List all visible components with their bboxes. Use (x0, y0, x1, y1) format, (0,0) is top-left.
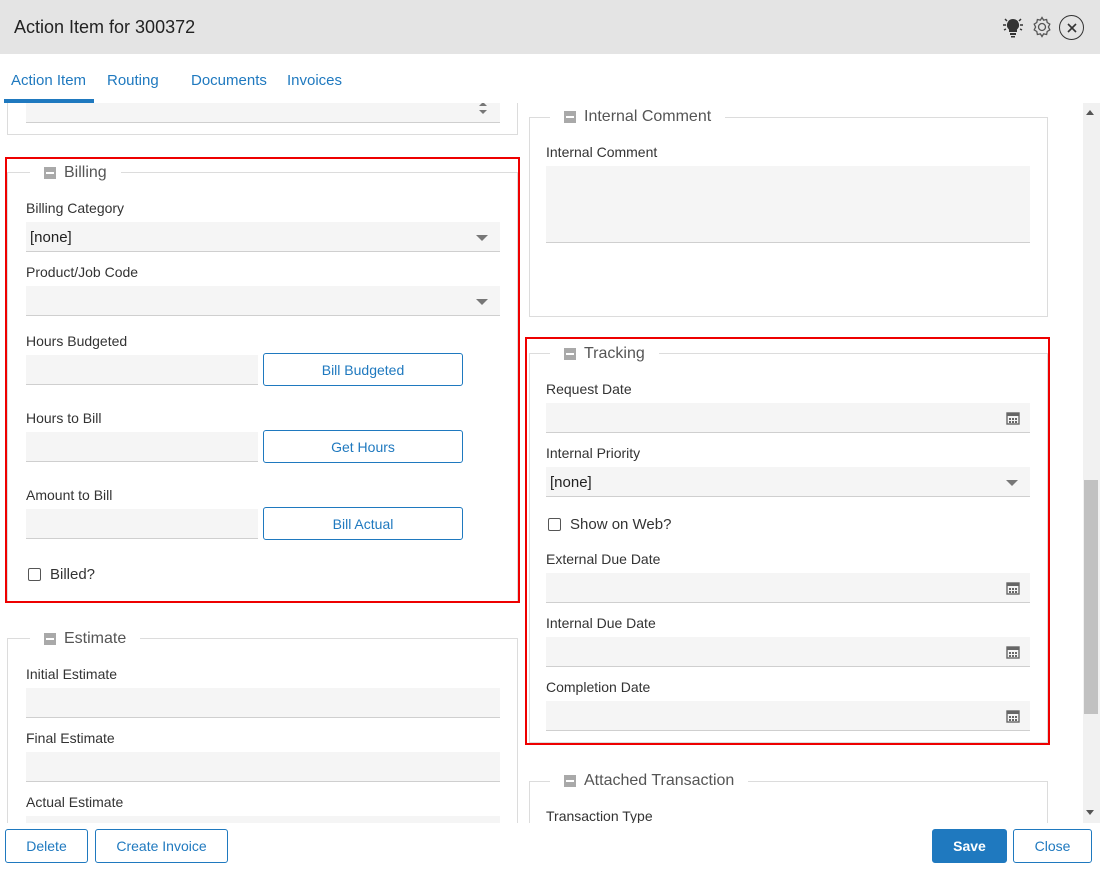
actual-estimate-input[interactable] (26, 816, 500, 823)
internal-priority-value: [none] (550, 474, 592, 491)
completion-date-input[interactable] (546, 701, 1030, 731)
amount-to-bill-input[interactable] (26, 509, 258, 539)
form-content: Billing Billing Category [none] Product/… (0, 103, 1083, 823)
scroll-down-icon[interactable] (1086, 810, 1094, 815)
product-job-code-label: Product/Job Code (26, 264, 139, 280)
tracking-title: Tracking (584, 345, 645, 362)
hours-to-bill-input[interactable] (26, 432, 258, 462)
collapse-icon[interactable] (44, 167, 56, 179)
tab-bar: Action Item Routing Documents Invoices (0, 54, 1100, 103)
external-due-date-label: External Due Date (546, 551, 661, 567)
chevron-down-icon (476, 235, 488, 241)
request-date-label: Request Date (546, 381, 632, 397)
calendar-icon[interactable] (1006, 581, 1020, 595)
internal-comment-title: Internal Comment (584, 108, 712, 125)
tab-routing[interactable]: Routing (107, 72, 159, 89)
spinner-arrows-icon[interactable] (478, 103, 488, 117)
close-button[interactable]: Close (1013, 829, 1092, 863)
create-invoice-button[interactable]: Create Invoice (95, 829, 228, 863)
tab-documents[interactable]: Documents (191, 72, 267, 89)
show-on-web-label: Show on Web? (570, 516, 672, 533)
calendar-icon[interactable] (1006, 645, 1020, 659)
internal-priority-select[interactable]: [none] (546, 467, 1030, 497)
bill-actual-button[interactable]: Bill Actual (263, 507, 463, 540)
estimate-legend[interactable]: Estimate (30, 628, 141, 650)
hours-to-bill-label: Hours to Bill (26, 410, 102, 426)
footer-bar: Delete Create Invoice Save Close (0, 823, 1100, 869)
show-on-web-checkbox[interactable] (548, 518, 561, 531)
internal-due-date-input[interactable] (546, 637, 1030, 667)
internal-priority-label: Internal Priority (546, 445, 641, 461)
scrollbar-thumb[interactable] (1084, 480, 1098, 714)
collapse-icon[interactable] (564, 775, 576, 787)
close-icon[interactable] (1059, 15, 1084, 40)
scroll-up-icon[interactable] (1086, 110, 1094, 115)
collapse-icon[interactable] (564, 111, 576, 123)
product-job-code-select[interactable] (26, 286, 500, 316)
tracking-legend[interactable]: Tracking (550, 343, 659, 365)
chevron-down-icon (476, 299, 488, 305)
external-due-date-input[interactable] (546, 573, 1030, 603)
billing-title: Billing (64, 164, 107, 181)
final-estimate-label: Final Estimate (26, 730, 115, 746)
collapse-icon[interactable] (44, 633, 56, 645)
attached-transaction-legend[interactable]: Attached Transaction (550, 770, 749, 792)
initial-estimate-label: Initial Estimate (26, 666, 118, 682)
estimate-title: Estimate (64, 630, 127, 647)
calendar-icon[interactable] (1006, 709, 1020, 723)
delete-button[interactable]: Delete (5, 829, 88, 863)
billing-legend[interactable]: Billing (30, 162, 121, 184)
gear-icon[interactable] (1029, 14, 1055, 40)
title-bar: Action Item for 300372 (0, 0, 1100, 54)
vertical-scrollbar[interactable] (1083, 103, 1100, 823)
chevron-down-icon (1006, 480, 1018, 486)
internal-comment-legend[interactable]: Internal Comment (550, 106, 726, 128)
billing-category-label: Billing Category (26, 200, 125, 216)
initial-estimate-input[interactable] (26, 688, 500, 718)
amount-to-bill-label: Amount to Bill (26, 487, 113, 503)
window-title: Action Item for 300372 (14, 17, 196, 37)
get-hours-button[interactable]: Get Hours (263, 430, 463, 463)
billing-category-select[interactable]: [none] (26, 222, 500, 252)
tab-invoices[interactable]: Invoices (287, 72, 342, 89)
request-date-input[interactable] (546, 403, 1030, 433)
collapse-icon[interactable] (564, 348, 576, 360)
attached-transaction-title: Attached Transaction (584, 772, 735, 789)
completion-date-label: Completion Date (546, 679, 651, 695)
save-button[interactable]: Save (932, 829, 1007, 863)
billed-label: Billed? (50, 566, 96, 583)
calendar-icon[interactable] (1006, 411, 1020, 425)
transaction-type-label: Transaction Type (546, 808, 653, 823)
billing-category-value: [none] (30, 229, 72, 246)
internal-comment-textarea[interactable] (546, 166, 1030, 243)
bill-budgeted-button[interactable]: Bill Budgeted (263, 353, 463, 386)
lightbulb-icon[interactable] (1000, 14, 1026, 40)
previous-spinner-field[interactable] (26, 103, 500, 123)
internal-comment-label: Internal Comment (546, 144, 658, 160)
tab-action-item[interactable]: Action Item (11, 72, 86, 89)
hours-budgeted-input[interactable] (26, 355, 258, 385)
actual-estimate-label: Actual Estimate (26, 794, 124, 810)
final-estimate-input[interactable] (26, 752, 500, 782)
billed-checkbox[interactable] (28, 568, 41, 581)
internal-due-date-label: Internal Due Date (546, 615, 656, 631)
hours-budgeted-label: Hours Budgeted (26, 333, 128, 349)
